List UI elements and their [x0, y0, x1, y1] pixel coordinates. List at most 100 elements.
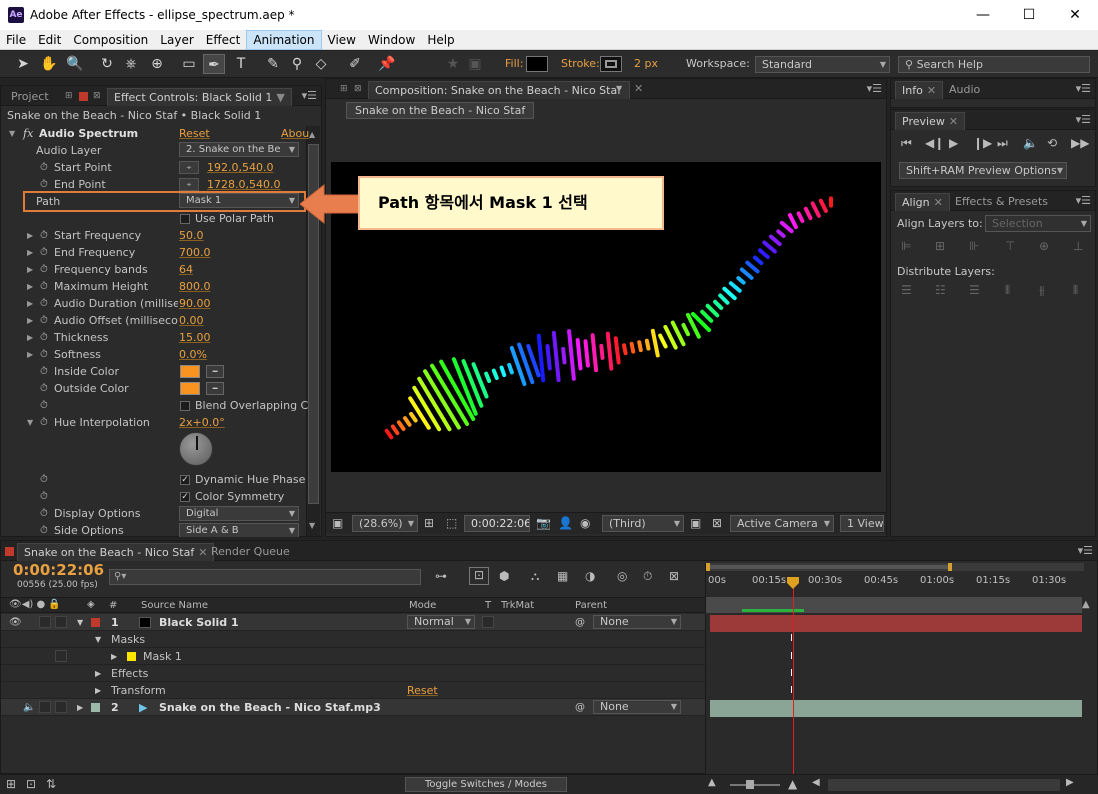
- align-hcenter-icon[interactable]: ⊞: [935, 239, 945, 253]
- solo-switch[interactable]: [39, 701, 51, 713]
- align-bottom-icon[interactable]: ⊥: [1073, 239, 1083, 253]
- pickwhip-icon[interactable]: @: [575, 699, 585, 716]
- menu-window[interactable]: Window: [362, 30, 421, 50]
- eyedropper-icon[interactable]: ━: [206, 365, 224, 378]
- in-out-icon[interactable]: ⇅: [46, 777, 56, 791]
- stopwatch-icon[interactable]: ⏱: [40, 312, 48, 329]
- work-area-end-handle[interactable]: [948, 563, 952, 571]
- layer-label-swatch[interactable]: [91, 618, 100, 627]
- softness-value[interactable]: 0.0%: [179, 346, 207, 363]
- scroll-left-icon[interactable]: ◀: [812, 777, 820, 788]
- align-vcenter-icon[interactable]: ⊕: [1039, 239, 1049, 253]
- solo-switch[interactable]: [39, 616, 51, 628]
- panel-menu-icon[interactable]: ▾☰: [302, 89, 317, 102]
- transform-reset-button[interactable]: Reset: [407, 682, 438, 699]
- start-frequency-value[interactable]: 50.0: [179, 227, 204, 244]
- ram-preview-icon[interactable]: ▶▶: [1071, 136, 1089, 150]
- transparency-grid-icon[interactable]: ⊠: [712, 516, 722, 530]
- effect-about-button[interactable]: Abou: [281, 125, 309, 142]
- layer-2-duration-bar[interactable]: [710, 700, 1082, 717]
- tab-timeline[interactable]: Snake on the Beach - Nico Staf ✕: [17, 543, 215, 561]
- close-icon[interactable]: ✕: [934, 196, 943, 209]
- previous-frame-icon[interactable]: ◀❙: [925, 136, 944, 150]
- frequency-bands-value[interactable]: 64: [179, 261, 193, 278]
- resolution-select[interactable]: (Third) ▼: [602, 515, 684, 532]
- panel-toggle-icon[interactable]: ⊠: [93, 91, 101, 101]
- expand-triangle-icon[interactable]: ▶: [27, 329, 33, 346]
- show-snapshot-icon[interactable]: 👤: [558, 516, 573, 530]
- panel-toggle-icon[interactable]: ⊠: [354, 84, 362, 94]
- fill-swatch[interactable]: [526, 56, 548, 72]
- stopwatch-icon[interactable]: ⏱: [40, 488, 48, 505]
- work-area-bar[interactable]: [706, 563, 1084, 571]
- outside-color-swatch[interactable]: [180, 382, 200, 395]
- snapshot-camera-icon[interactable]: 📷: [536, 516, 551, 530]
- type-tool-icon[interactable]: T: [230, 54, 252, 74]
- mask-1-row[interactable]: ▶ Mask 1: [1, 648, 705, 665]
- playhead-icon[interactable]: [787, 577, 799, 589]
- parent-select[interactable]: None ▼: [593, 700, 681, 714]
- stopwatch-icon[interactable]: ⏱: [40, 397, 48, 414]
- expand-triangle-icon[interactable]: ▼: [27, 414, 33, 431]
- shy-layers-icon[interactable]: ⛬: [531, 569, 539, 584]
- inside-color-swatch[interactable]: [180, 365, 200, 378]
- display-options-select[interactable]: Digital ▼: [179, 506, 299, 521]
- graph-editor-icon[interactable]: ⊠: [669, 569, 679, 583]
- effects-row[interactable]: ▶ Effects: [1, 665, 705, 682]
- menu-effect[interactable]: Effect: [200, 30, 247, 50]
- stopwatch-icon[interactable]: ⏱: [40, 278, 48, 295]
- camera-tool-icon[interactable]: ⎈: [120, 54, 142, 74]
- toggle-switches-button[interactable]: Toggle Switches / Modes: [405, 777, 567, 792]
- lock-switch[interactable]: [55, 701, 67, 713]
- close-icon[interactable]: ✕: [927, 84, 936, 97]
- distribute-top-icon[interactable]: ☰: [901, 283, 912, 297]
- audio-offset-value[interactable]: 0.00: [179, 312, 204, 329]
- panel-menu-icon[interactable]: ▾☰: [1078, 544, 1093, 557]
- search-help-input[interactable]: ⚲ Search Help: [898, 56, 1090, 73]
- fast-previews-icon[interactable]: ▣: [690, 516, 701, 530]
- eye-visibility-icon[interactable]: 👁: [9, 614, 22, 631]
- stopwatch-icon[interactable]: ⏱: [40, 471, 48, 488]
- align-top-icon[interactable]: ⊤: [1005, 239, 1015, 253]
- masks-row[interactable]: ▼ Masks: [1, 631, 705, 648]
- mask-lock-switch[interactable]: [55, 650, 67, 662]
- selection-tool-icon[interactable]: ➤: [12, 54, 34, 74]
- preview-options-select[interactable]: Shift+RAM Preview Options ▼: [899, 162, 1067, 179]
- parent-select[interactable]: None ▼: [593, 615, 681, 629]
- layer-1-duration-bar[interactable]: [710, 615, 1082, 632]
- loop-icon[interactable]: ⟲: [1047, 136, 1057, 150]
- scroll-up-icon[interactable]: ▲: [1082, 599, 1090, 610]
- pickwhip-icon[interactable]: @: [575, 614, 585, 631]
- live-update-icon[interactable]: ⊡: [469, 567, 489, 585]
- layer-label-swatch[interactable]: [91, 703, 100, 712]
- transform-row[interactable]: ▶ Transform Reset: [1, 682, 705, 699]
- close-icon[interactable]: ✕: [634, 82, 643, 95]
- tab-info[interactable]: Info ✕: [895, 81, 944, 99]
- draft-3d-icon[interactable]: ⬢: [499, 569, 509, 583]
- brush-tool-icon[interactable]: ✎: [262, 54, 284, 74]
- mask-color-swatch[interactable]: [127, 652, 136, 661]
- distribute-left-icon[interactable]: ⫴: [1005, 283, 1010, 298]
- dynamic-hue-checkbox[interactable]: ✓: [180, 475, 190, 485]
- horizontal-scrollbar[interactable]: [828, 779, 1060, 791]
- crosshair-icon[interactable]: ⌖: [179, 161, 199, 174]
- clone-stamp-tool-icon[interactable]: ⚲: [286, 54, 308, 74]
- last-frame-icon[interactable]: ⏭: [997, 136, 1008, 151]
- time-navigator[interactable]: [706, 597, 1082, 613]
- next-frame-icon[interactable]: ❙▶: [973, 136, 992, 150]
- lock-switch[interactable]: [55, 616, 67, 628]
- panel-lock-icon[interactable]: ⊞: [65, 91, 73, 101]
- tab-effects-presets[interactable]: Effects & Presets: [949, 193, 1054, 211]
- layer-name[interactable]: Snake on the Beach - Nico Staf.mp3: [159, 699, 381, 716]
- roto-brush-tool-icon[interactable]: ✐: [344, 54, 366, 74]
- crosshair-icon[interactable]: ⌖: [179, 178, 199, 191]
- stopwatch-icon[interactable]: ⏱: [40, 159, 48, 176]
- maximize-button[interactable]: ☐: [1006, 0, 1052, 30]
- audio-speaker-icon[interactable]: 🔈: [23, 699, 35, 716]
- tab-preview[interactable]: Preview ✕: [895, 112, 966, 130]
- expand-triangle-icon[interactable]: ▶: [27, 261, 33, 278]
- start-point-value[interactable]: 192.0,540.0: [207, 159, 273, 176]
- layer-row-1[interactable]: 👁 ▼ 1 Black Solid 1 Normal ▼ @ None ▼: [1, 614, 705, 631]
- chevron-down-icon[interactable]: ▼: [616, 84, 622, 93]
- workspace-select[interactable]: Standard ▼: [755, 56, 890, 73]
